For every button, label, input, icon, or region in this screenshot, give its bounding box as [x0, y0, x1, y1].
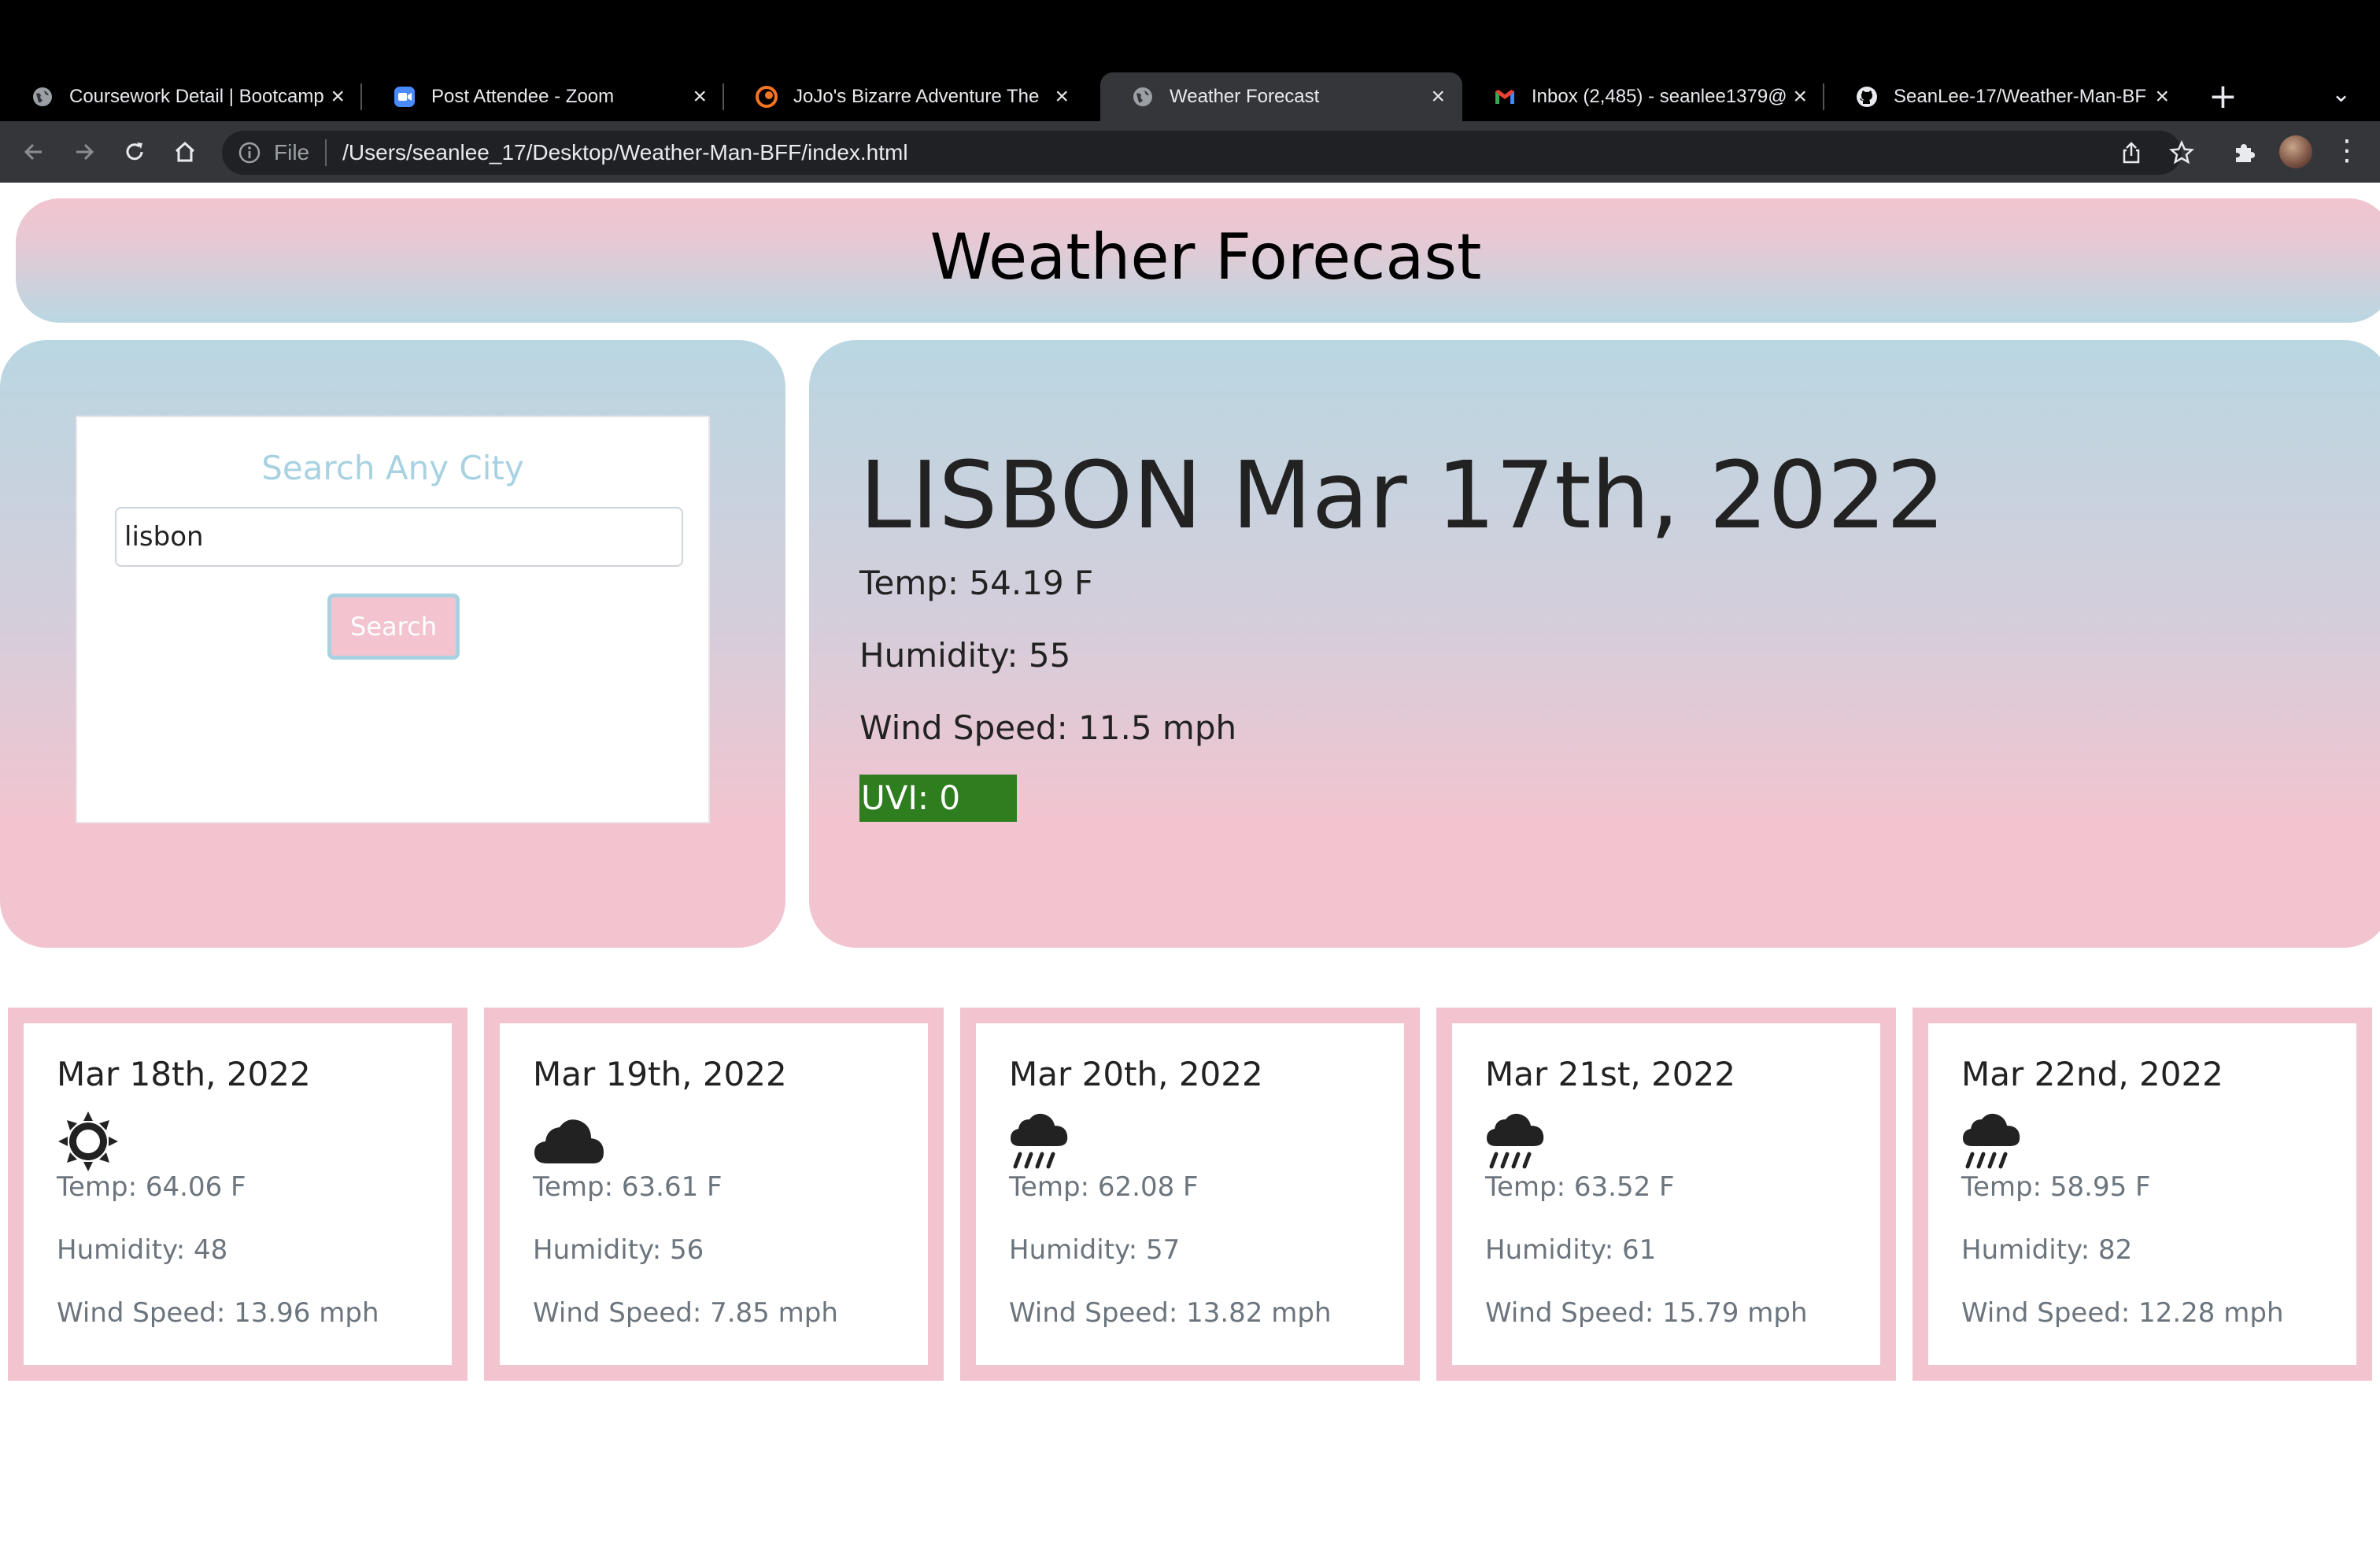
close-icon[interactable]: × — [1055, 83, 1069, 110]
search-heading: Search Any City — [261, 449, 524, 487]
forecast-card: Mar 19th, 2022 Temp: 63.61 F Humidity: 5… — [484, 1008, 944, 1381]
tab-zoom[interactable]: Post Attendee - Zoom × — [362, 72, 724, 121]
forecast-temp: Temp: 62.08 F — [1009, 1171, 1199, 1203]
forecast-date: Mar 19th, 2022 — [533, 1055, 787, 1093]
current-city-date: LISBON Mar 17th, 2022 — [859, 441, 1946, 549]
tab-title: JoJo's Bizarre Adventure The — [793, 86, 1040, 107]
address-bar[interactable]: File /Users/seanlee_17/Desktop/Weather-M… — [222, 131, 2182, 175]
forecast-humidity: Humidity: 56 — [533, 1234, 704, 1266]
search-card: Search Any City Search — [76, 416, 710, 823]
globe-icon — [31, 86, 54, 108]
search-button[interactable]: Search — [327, 594, 460, 660]
forecast-temp: Temp: 63.61 F — [533, 1171, 722, 1203]
forecast-card: Mar 22nd, 2022 Temp: 58.95 F Humidity: 8… — [1913, 1008, 2372, 1381]
forecast-wind-speed: Wind Speed: 13.82 mph — [1009, 1297, 1332, 1329]
close-icon[interactable]: × — [693, 83, 707, 110]
bookmark-star-icon[interactable] — [2166, 137, 2197, 168]
tab-jojo[interactable]: JoJo's Bizarre Adventure The × — [724, 72, 1086, 121]
current-temp: Temp: 54.19 F — [859, 564, 1094, 602]
url-scheme-label: File — [274, 140, 310, 165]
browser-toolbar: File /Users/seanlee_17/Desktop/Weather-M… — [0, 121, 2380, 183]
crunchyroll-icon — [756, 86, 778, 108]
current-wind-speed: Wind Speed: 11.5 mph — [859, 708, 1237, 747]
omnibox-divider — [325, 139, 327, 166]
tab-divider — [1823, 83, 1824, 110]
new-tab-button[interactable]: + — [2208, 79, 2238, 115]
forecast-wind-speed: Wind Speed: 15.79 mph — [1485, 1297, 1808, 1329]
forecast-humidity: Humidity: 82 — [1961, 1234, 2133, 1266]
forecast-humidity: Humidity: 57 — [1009, 1234, 1181, 1266]
cloud-rain-icon — [1485, 1111, 1548, 1171]
info-icon[interactable] — [238, 141, 261, 165]
tab-title: Weather Forecast — [1170, 86, 1320, 107]
forecast-card: Mar 21st, 2022 Temp: 63.52 F Humidity: 6… — [1436, 1008, 1896, 1381]
forecast-wind-speed: Wind Speed: 12.28 mph — [1961, 1297, 2284, 1329]
share-icon[interactable] — [2116, 137, 2147, 168]
forward-arrow-icon[interactable] — [66, 134, 102, 170]
forecast-date: Mar 18th, 2022 — [57, 1055, 311, 1093]
forecast-temp: Temp: 63.52 F — [1485, 1171, 1675, 1203]
tab-gmail[interactable]: Inbox (2,485) - seanlee1379@ × — [1462, 72, 1824, 121]
forecast-temp: Temp: 58.95 F — [1961, 1171, 2151, 1203]
forecast-card: Mar 20th, 2022 Temp: 62.08 F Humidity: 5… — [960, 1008, 1420, 1381]
forecast-date: Mar 21st, 2022 — [1485, 1055, 1735, 1093]
forecast-date: Mar 22nd, 2022 — [1961, 1055, 2223, 1093]
tab-divider — [360, 83, 362, 110]
globe-icon — [1132, 86, 1154, 108]
close-icon[interactable]: × — [1431, 83, 1445, 110]
github-icon — [1856, 86, 1878, 108]
sun-icon — [57, 1111, 120, 1171]
uv-index-badge: UVI: 0 — [859, 775, 1017, 822]
close-icon[interactable]: × — [331, 83, 345, 110]
extensions-puzzle-icon[interactable] — [2229, 137, 2260, 168]
tab-strip: Coursework Detail | Bootcamp × Post Atte… — [0, 72, 2380, 121]
profile-avatar[interactable] — [2279, 135, 2312, 168]
tab-title: Inbox (2,485) - seanlee1379@ — [1532, 86, 1787, 107]
tab-divider — [722, 83, 724, 110]
cloud-rain-icon — [1961, 1111, 2024, 1171]
close-icon[interactable]: × — [2155, 83, 2169, 110]
forecast-date: Mar 20th, 2022 — [1009, 1055, 1263, 1093]
tab-weather-forecast[interactable]: Weather Forecast × — [1100, 72, 1462, 121]
tab-github[interactable]: SeanLee-17/Weather-Man-BF × — [1824, 72, 2186, 121]
back-arrow-icon[interactable] — [16, 134, 52, 170]
forecast-humidity: Humidity: 48 — [57, 1234, 228, 1266]
forecast-wind-speed: Wind Speed: 13.96 mph — [57, 1297, 379, 1329]
search-panel: Search Any City Search — [0, 340, 785, 948]
reload-icon[interactable] — [116, 134, 153, 170]
tab-coursework[interactable]: Coursework Detail | Bootcamp × — [0, 72, 362, 121]
tab-title: Coursework Detail | Bootcamp — [69, 86, 324, 107]
current-weather-panel: LISBON Mar 17th, 2022 Temp: 54.19 F Humi… — [809, 340, 2380, 948]
current-humidity: Humidity: 55 — [859, 636, 1071, 675]
forecast-wind-speed: Wind Speed: 7.85 mph — [533, 1297, 838, 1329]
zoom-icon — [394, 86, 416, 108]
tab-title: Post Attendee - Zoom — [431, 86, 615, 107]
tab-title: SeanLee-17/Weather-Man-BF — [1894, 86, 2147, 107]
page-title: Weather Forecast — [929, 220, 1482, 294]
cloud-rain-icon — [1009, 1111, 1072, 1171]
page-header: Weather Forecast — [16, 198, 2380, 323]
tab-search-chevron-icon[interactable]: ⌄ — [2331, 80, 2351, 108]
gmail-icon — [1494, 86, 1516, 108]
city-search-input[interactable] — [115, 507, 683, 567]
cloud-icon — [533, 1111, 604, 1171]
more-menu-icon[interactable]: ⋮ — [2333, 134, 2361, 168]
home-icon[interactable] — [167, 134, 203, 170]
weather-page: Weather Forecast Search Any City Search … — [0, 183, 2380, 1546]
window-titlebar — [0, 0, 2380, 72]
forecast-card: Mar 18th, 2022 Temp: 64.06 F Humidity: 4… — [8, 1008, 468, 1381]
forecast-humidity: Humidity: 61 — [1485, 1234, 1657, 1266]
forecast-temp: Temp: 64.06 F — [57, 1171, 246, 1203]
close-icon[interactable]: × — [1793, 83, 1807, 110]
url-text[interactable]: /Users/seanlee_17/Desktop/Weather-Man-BF… — [342, 140, 907, 165]
